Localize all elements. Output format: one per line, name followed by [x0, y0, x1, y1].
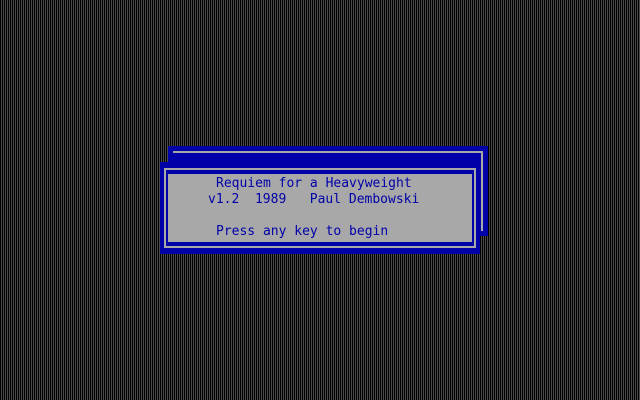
game-title: Requiem for a Heavyweight [216, 176, 412, 191]
dos-screen[interactable]: Requiem for a Heavyweight v1.2 1989 Paul… [0, 0, 640, 400]
press-key-prompt: Press any key to begin [216, 224, 389, 239]
version-credit: v1.2 1989 Paul Dembowski [208, 192, 420, 207]
splash-dialog: Requiem for a Heavyweight v1.2 1989 Paul… [160, 162, 480, 254]
